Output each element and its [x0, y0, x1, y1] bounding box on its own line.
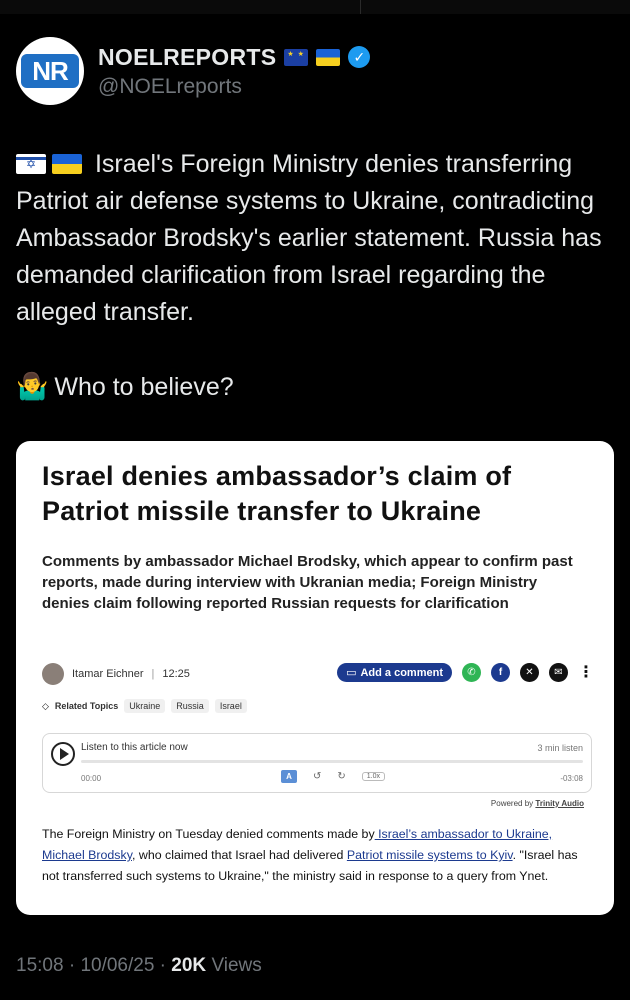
- tweet-text: Israel's Foreign Ministry denies transfe…: [16, 146, 616, 406]
- attached-image-card[interactable]: Israel denies ambassador’s claim of Patr…: [16, 441, 614, 915]
- mail-icon: ✉: [549, 663, 568, 682]
- user-handle[interactable]: @NOELreports: [98, 75, 370, 99]
- audio-progress-track: [81, 760, 583, 763]
- forward-icon: ↻: [337, 771, 346, 782]
- eu-flag-icon: [284, 48, 309, 66]
- top-edge: [0, 0, 630, 14]
- patriot-link: Patriot missile systems to Kyiv: [346, 848, 513, 862]
- israel-flag-icon: [16, 154, 46, 174]
- tweet-body: Israel's Foreign Ministry denies transfe…: [16, 150, 602, 326]
- shrug-emoji-icon: 🤷‍♂️: [16, 371, 49, 401]
- tweet-meta: 15:08 · 10/06/25 · 20K Views: [16, 955, 262, 976]
- byline: Itamar Eichner | 12:25: [42, 663, 190, 685]
- tag-icon: ◇: [42, 700, 49, 711]
- more-icon: ⋮: [578, 664, 594, 681]
- tweet-date[interactable]: 10/06/25: [80, 955, 154, 976]
- related-topics: ◇ Related Topics Ukraine Russia Israel: [42, 699, 247, 713]
- article-headline: Israel denies ambassador’s claim of Patr…: [42, 461, 512, 526]
- tweet-header: NR NOELREPORTS ✓ @NOELreports: [16, 34, 614, 108]
- display-name[interactable]: NOELREPORTS: [98, 44, 276, 71]
- play-icon: [51, 742, 75, 766]
- rewind-icon: ↺: [313, 771, 322, 782]
- topic-chip: Ukraine: [124, 699, 166, 713]
- playback-rate: 1.0x: [361, 772, 386, 781]
- article-time: 12:25: [162, 668, 190, 680]
- x-icon: ✕: [520, 663, 539, 682]
- whatsapp-icon: ✆: [462, 663, 481, 682]
- add-comment-button: ▭ Add a comment: [337, 663, 452, 682]
- topic-chip: Russia: [171, 699, 209, 713]
- ukraine-flag-icon: [316, 48, 341, 66]
- tweet-time[interactable]: 15:08: [16, 955, 64, 976]
- audio-player: Listen to this article now 3 min listen …: [42, 733, 592, 793]
- comment-icon: ▭: [346, 667, 357, 679]
- article-actions: ▭ Add a comment ✆ f ✕ ✉ ⋮: [337, 663, 594, 682]
- author-name: Itamar Eichner: [72, 668, 144, 680]
- ukraine-flag-icon: [52, 154, 82, 174]
- author-avatar: [42, 663, 64, 685]
- topic-chip: Israel: [214, 699, 247, 713]
- avatar-logo: NR: [21, 54, 79, 88]
- views-count: 20K: [171, 955, 207, 976]
- powered-by: Powered by Trinity Audio: [490, 799, 584, 808]
- verified-badge-icon[interactable]: ✓: [348, 46, 371, 68]
- article-body: The Foreign Ministry on Tuesday denied c…: [42, 827, 578, 883]
- avatar[interactable]: NR: [16, 37, 84, 105]
- views-label: Views: [211, 955, 262, 976]
- facebook-icon: f: [491, 663, 510, 682]
- translate-icon: A: [281, 770, 297, 783]
- article-subheadline: Comments by ambassador Michael Brodsky, …: [42, 553, 573, 612]
- tweet-question: Who to believe?: [54, 373, 234, 401]
